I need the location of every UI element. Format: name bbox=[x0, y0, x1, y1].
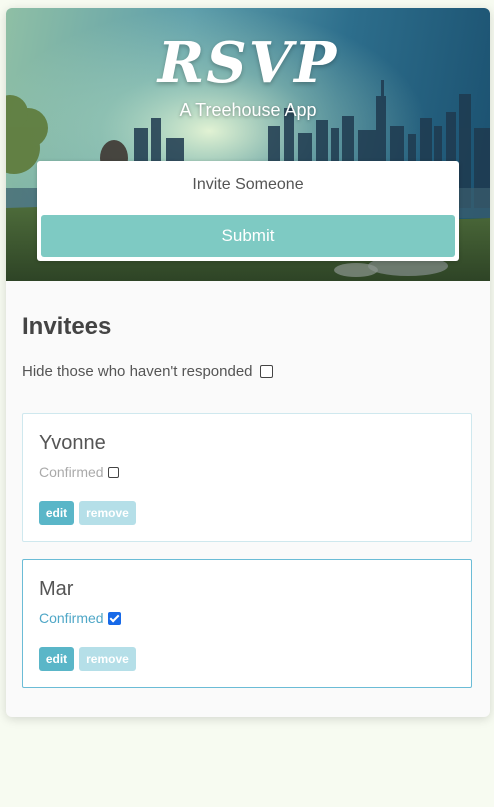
invitees-heading: Invitees bbox=[22, 313, 112, 340]
invite-form: Submit bbox=[37, 161, 459, 261]
hide-unresponded-checkbox[interactable] bbox=[259, 365, 273, 378]
invitee-card: Yvonne Confirmed edit remove bbox=[22, 413, 472, 542]
submit-button[interactable]: Submit bbox=[41, 215, 455, 257]
remove-button[interactable]: remove bbox=[79, 501, 136, 525]
header-banner: RSVP A Treehouse App Submit bbox=[6, 8, 490, 281]
confirm-row[interactable]: Confirmed bbox=[39, 464, 119, 480]
hide-unresponded-filter[interactable]: Hide those who haven't responded bbox=[22, 363, 273, 380]
invitee-name: Yvonne bbox=[39, 432, 106, 454]
app-card: RSVP A Treehouse App Submit Invitees Hid… bbox=[6, 8, 490, 717]
invite-input[interactable] bbox=[37, 161, 459, 209]
remove-button[interactable]: remove bbox=[79, 647, 136, 671]
confirmed-label: Confirmed bbox=[39, 610, 104, 626]
confirmed-checkbox[interactable] bbox=[107, 466, 119, 478]
confirmed-checkbox[interactable] bbox=[107, 611, 121, 625]
confirm-row[interactable]: Confirmed bbox=[39, 610, 121, 626]
invitee-name: Mar bbox=[39, 578, 74, 600]
app-subtitle: A Treehouse App bbox=[179, 100, 317, 120]
app-title: RSVP bbox=[157, 30, 339, 96]
confirmed-label: Confirmed bbox=[39, 464, 104, 480]
edit-button[interactable]: edit bbox=[39, 501, 74, 525]
hide-unresponded-label: Hide those who haven't responded bbox=[22, 363, 253, 380]
edit-button[interactable]: edit bbox=[39, 647, 74, 671]
invitee-card: Mar Confirmed edit remove bbox=[22, 559, 472, 688]
